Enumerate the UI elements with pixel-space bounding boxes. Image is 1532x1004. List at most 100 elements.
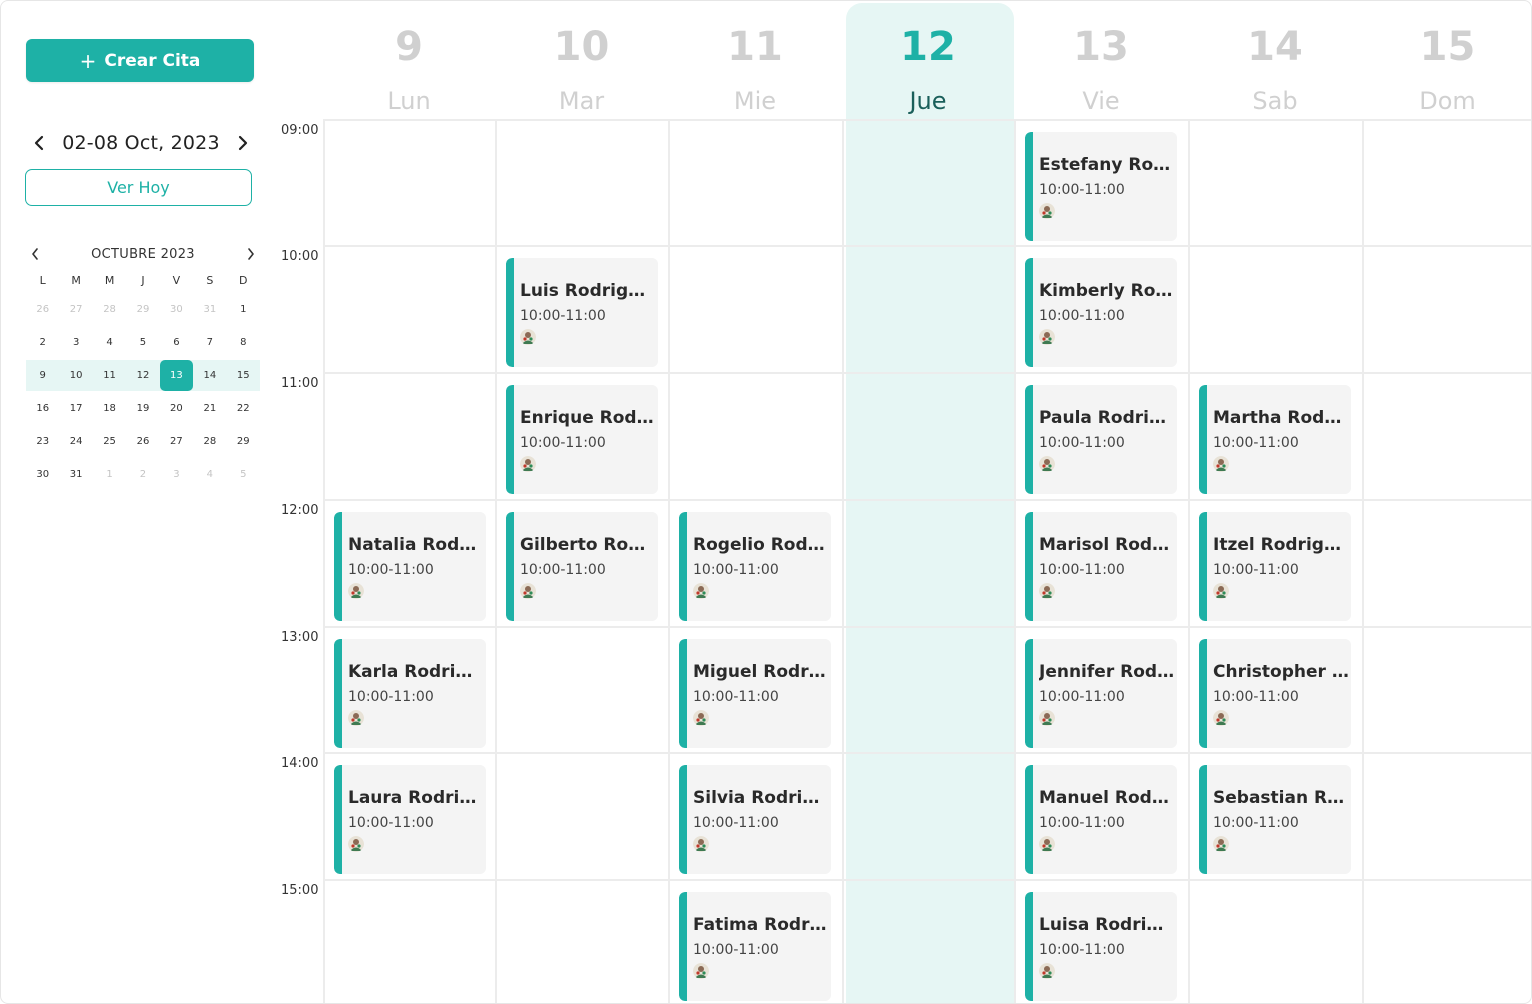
mini-day[interactable]: 11 [93, 360, 126, 391]
mini-day[interactable]: 21 [193, 393, 226, 424]
mini-day[interactable]: 20 [160, 393, 193, 424]
appointment-accent-bar [1025, 385, 1033, 494]
appointment-time: 10:00-11:00 [693, 562, 779, 578]
mini-day[interactable]: 26 [126, 426, 159, 457]
appointment-card[interactable]: Itzel Rodriguez 10:00-11:00 [1199, 512, 1351, 621]
mini-day[interactable]: 10 [59, 360, 92, 391]
mini-day[interactable]: 9 [26, 360, 59, 391]
mini-day[interactable]: 23 [26, 426, 59, 457]
day-gridline [1362, 119, 1364, 1003]
mini-day[interactable]: 4 [193, 459, 226, 490]
mini-day-selected[interactable]: 13 [159, 360, 193, 391]
day-header-sab[interactable]: 14 Sab [1189, 19, 1361, 127]
appointment-card[interactable]: Marisol Rodriguez 10:00-11:00 [1025, 512, 1177, 621]
mini-next-month-chevron-right-icon[interactable] [242, 245, 260, 263]
mini-day[interactable]: 5 [227, 459, 260, 490]
mini-day[interactable]: 27 [59, 294, 92, 325]
mini-day[interactable]: 2 [26, 327, 59, 358]
avatar-icon [1039, 203, 1055, 219]
day-header-jue[interactable]: 12 Jue [842, 19, 1014, 127]
mini-day[interactable]: 28 [193, 426, 226, 457]
mini-day[interactable]: 22 [227, 393, 260, 424]
appointment-time: 10:00-11:00 [693, 689, 779, 705]
mini-day[interactable]: 1 [227, 294, 260, 325]
mini-day[interactable]: 27 [160, 426, 193, 457]
appointment-time: 10:00-11:00 [693, 815, 779, 831]
appointment-time: 10:00-11:00 [520, 562, 606, 578]
hour-label: 15:00 [281, 883, 319, 898]
view-today-button[interactable]: Ver Hoy [25, 169, 252, 206]
mini-day[interactable]: 1 [93, 459, 126, 490]
appointment-card[interactable]: Luisa Rodriguez 10:00-11:00 [1025, 892, 1177, 1001]
mini-day[interactable]: 8 [227, 327, 260, 358]
appointment-card[interactable]: Jennifer Rodriguez 10:00-11:00 [1025, 639, 1177, 748]
day-gridline [495, 119, 497, 1003]
mini-day[interactable]: 18 [93, 393, 126, 424]
mini-day[interactable]: 30 [26, 459, 59, 490]
next-week-chevron-right-icon[interactable] [230, 130, 256, 156]
avatar-icon [520, 456, 536, 472]
appointment-card[interactable]: Silvia Rodriguez 10:00-11:00 [679, 765, 831, 874]
mini-day[interactable]: 15 [227, 360, 260, 391]
appointment-card[interactable]: Christopher Rodriguez 10:00-11:00 [1199, 639, 1351, 748]
appointment-card[interactable]: Laura Rodriguez 10:00-11:00 [334, 765, 486, 874]
day-header-mar[interactable]: 10 Mar [496, 19, 668, 127]
mini-day[interactable]: 3 [59, 327, 92, 358]
day-header-mie[interactable]: 11 Mie [669, 19, 841, 127]
mini-day[interactable]: 14 [193, 360, 226, 391]
appointment-time: 10:00-11:00 [693, 942, 779, 958]
mini-day[interactable]: 16 [26, 393, 59, 424]
mini-day[interactable]: 4 [93, 327, 126, 358]
mini-day[interactable]: 17 [59, 393, 92, 424]
mini-day[interactable]: 25 [93, 426, 126, 457]
mini-prev-month-chevron-left-icon[interactable] [26, 245, 44, 263]
day-number: 14 [1247, 24, 1303, 70]
appointment-card[interactable]: Rogelio Rodriguez 10:00-11:00 [679, 512, 831, 621]
appointment-card[interactable]: Sebastian Rodriguez 10:00-11:00 [1199, 765, 1351, 874]
appointment-card[interactable]: Kimberly Rodriguez 10:00-11:00 [1025, 258, 1177, 367]
today-column-highlight [846, 3, 1014, 1003]
day-header-vie[interactable]: 13 Vie [1015, 19, 1187, 127]
mini-day[interactable]: 29 [126, 294, 159, 325]
mini-day[interactable]: 2 [126, 459, 159, 490]
appointment-card[interactable]: Martha Rodriguez 10:00-11:00 [1199, 385, 1351, 494]
day-number: 10 [553, 24, 610, 70]
day-header-dom[interactable]: 15 Dom [1362, 19, 1532, 127]
mini-day[interactable]: 26 [26, 294, 59, 325]
appointment-card[interactable]: Paula Rodriguez 10:00-11:00 [1025, 385, 1177, 494]
mini-day[interactable]: 6 [160, 327, 193, 358]
appointment-accent-bar [679, 765, 687, 874]
mini-day[interactable]: 5 [126, 327, 159, 358]
appointment-card[interactable]: Karla Rodriguez 10:00-11:00 [334, 639, 486, 748]
mini-day[interactable]: 3 [160, 459, 193, 490]
appointment-card[interactable]: Estefany Rodriguez 10:00-11:00 [1025, 132, 1177, 241]
appointment-client-name: Estefany Rodriguez [1039, 155, 1175, 175]
appointment-card[interactable]: Fatima Rodriguez 10:00-11:00 [679, 892, 831, 1001]
day-name: Lun [387, 87, 431, 115]
create-appointment-button[interactable]: + Crear Cita [26, 39, 254, 82]
prev-week-chevron-left-icon[interactable] [26, 130, 52, 156]
appointment-card[interactable]: Natalia Rodriguez 10:00-11:00 [334, 512, 486, 621]
appointment-card[interactable]: Enrique Rodriguez 10:00-11:00 [506, 385, 658, 494]
day-gridline [323, 119, 325, 1003]
appointment-client-name: Rogelio Rodriguez [693, 535, 829, 555]
day-header-lun[interactable]: 9 Lun [323, 19, 495, 127]
hour-label: 10:00 [281, 249, 319, 264]
hour-label: 11:00 [281, 376, 319, 391]
mini-day[interactable]: 28 [93, 294, 126, 325]
appointment-card[interactable]: Luis Rodriguez 10:00-11:00 [506, 258, 658, 367]
mini-day[interactable]: 31 [193, 294, 226, 325]
mini-day[interactable]: 12 [126, 360, 159, 391]
mini-day[interactable]: 19 [126, 393, 159, 424]
mini-day[interactable]: 31 [59, 459, 92, 490]
mini-day[interactable]: 24 [59, 426, 92, 457]
mini-day[interactable]: 29 [227, 426, 260, 457]
mini-day[interactable]: 7 [193, 327, 226, 358]
plus-icon: + [79, 48, 97, 73]
appointment-time: 10:00-11:00 [1039, 815, 1125, 831]
appointment-card[interactable]: Gilberto Rodriguez 10:00-11:00 [506, 512, 658, 621]
appointment-card[interactable]: Manuel Rodriguez 10:00-11:00 [1025, 765, 1177, 874]
appointment-card[interactable]: Miguel Rodriguez 10:00-11:00 [679, 639, 831, 748]
avatar-icon [693, 836, 709, 852]
mini-day[interactable]: 30 [160, 294, 193, 325]
